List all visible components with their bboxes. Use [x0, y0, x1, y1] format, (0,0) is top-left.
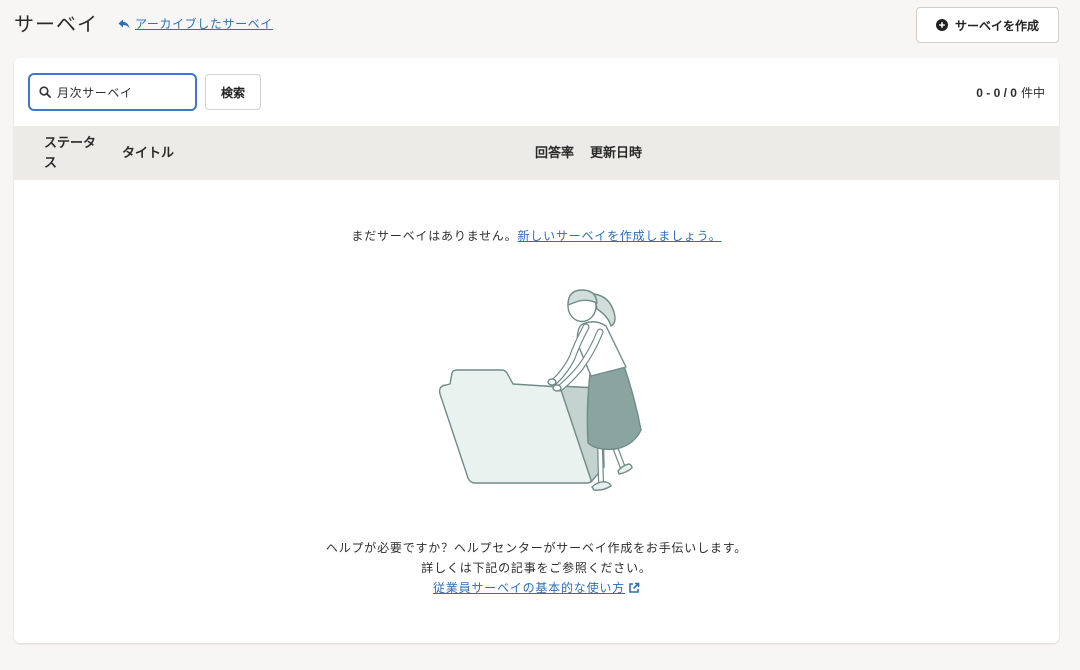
help-article-link[interactable]: 従業員サーベイの基本的な使い方 — [433, 578, 640, 598]
column-header-status-label: ステータス — [44, 135, 97, 170]
archived-surveys-link-label: アーカイブしたサーベイ — [135, 16, 273, 31]
help-line-2: 詳しくは下記の記事をご参照ください。 — [421, 561, 652, 575]
column-header-updated-at: 更新日時 — [590, 145, 643, 160]
search-icon — [39, 86, 51, 98]
result-count-suffix: 件中 — [1020, 86, 1045, 100]
help-article-link-label: 従業員サーベイの基本的な使い方 — [432, 581, 625, 595]
empty-state-message: まだサーベイはありません。新しいサーベイを作成しましょう。 — [14, 226, 1059, 246]
column-header-title: タイトル — [122, 145, 175, 160]
column-header-response-rate: 回答率 — [535, 145, 575, 160]
table-header: ステータス タイトル 回答率 更新日時 — [14, 126, 1059, 180]
create-new-survey-link[interactable]: 新しいサーベイを作成しましょう。 — [517, 229, 721, 243]
plus-circle-icon — [935, 19, 948, 31]
help-text: ヘルプが必要ですか？ヘルプセンターがサーベイ作成をお手伝いします。 詳しくは下記… — [14, 538, 1059, 598]
create-survey-button[interactable]: サーベイを作成 — [916, 7, 1059, 43]
reply-arrow-icon — [118, 19, 130, 28]
help-line-1: ヘルプが必要ですか？ヘルプセンターがサーベイ作成をお手伝いします。 — [325, 541, 748, 555]
search-button[interactable]: 検索 — [205, 74, 261, 110]
external-link-icon — [629, 582, 640, 593]
result-count-range: 0 - 0 / 0 — [976, 86, 1017, 100]
empty-state-text: まだサーベイはありません。 — [351, 229, 518, 243]
woman-with-folder-illustration — [438, 289, 642, 491]
column-header-status: ステータス — [44, 126, 100, 180]
result-count: 0 - 0 / 0 件中 — [976, 85, 1045, 101]
archived-surveys-link[interactable]: アーカイブしたサーベイ — [118, 15, 273, 32]
page-title: サーベイ — [14, 14, 98, 36]
survey-list-card: 検索 0 - 0 / 0件中 ステータス タイトル 回答率 更新日時 まだサーベ… — [14, 58, 1059, 643]
search-input[interactable] — [30, 75, 195, 109]
search-box[interactable] — [28, 73, 197, 111]
create-survey-button-label: サーベイを作成 — [954, 18, 1039, 33]
